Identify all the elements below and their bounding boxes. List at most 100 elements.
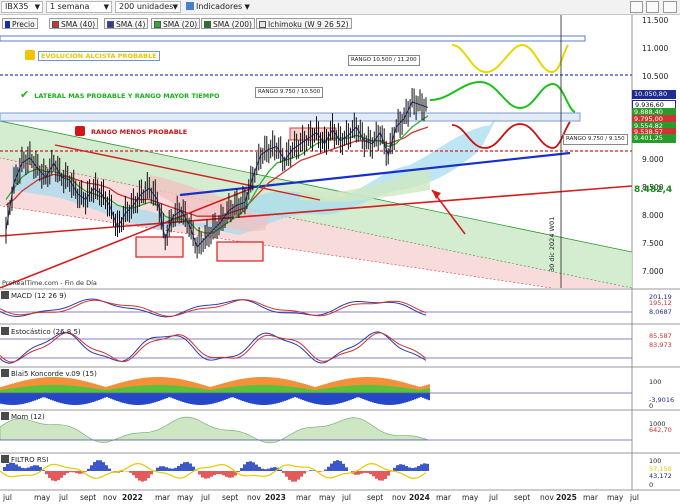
pane-label-koncorde[interactable]: Blai5 Koncorde v.09 (15) (1, 369, 97, 378)
legend-ichimoku[interactable]: Ichimoku (W 9 26 52) (256, 18, 352, 29)
koncorde-blue-bar (20, 393, 22, 405)
rsi-bar (237, 471, 240, 473)
koncorde-green-bar (310, 389, 312, 393)
legend-sma40[interactable]: SMA (40) (49, 18, 99, 29)
sma20-swatch (154, 21, 161, 28)
koncorde-blue-bar (416, 393, 418, 399)
koncorde-blue-bar (232, 393, 234, 398)
koncorde-blue-bar (96, 393, 98, 401)
koncorde-blue-bar (300, 393, 302, 400)
koncorde-green-bar (426, 388, 428, 393)
rsi-bar (291, 471, 294, 482)
koncorde-blue-bar (208, 393, 210, 405)
koncorde-green-bar (378, 385, 380, 393)
koncorde-green-bar (318, 389, 320, 393)
koncorde-green-bar (190, 387, 192, 393)
koncorde-blue-bar (198, 393, 200, 405)
pane-label-mom[interactable]: Mom (12) (1, 412, 45, 421)
rsi-bar (294, 471, 297, 482)
koncorde-blue-bar (214, 393, 216, 404)
koncorde-green-bar (406, 388, 408, 393)
pane-label-rsi[interactable]: FILTRO RSI (1, 455, 48, 464)
koncorde-blue-bar (40, 393, 42, 399)
rsi-bar (24, 468, 27, 471)
scenario-yellow (451, 43, 569, 74)
koncorde-green-bar (362, 385, 364, 393)
koncorde-blue-bar (298, 393, 300, 399)
koncorde-green-bar (322, 388, 324, 393)
koncorde-green-bar (120, 387, 122, 393)
koncorde-green-bar (302, 388, 304, 393)
koncorde-blue-bar (32, 393, 34, 402)
pane-label-macd[interactable]: MACD (12 26 9) (1, 291, 66, 300)
koncorde-blue-bar (134, 393, 136, 405)
rsi-bar (30, 466, 33, 471)
koncorde-green-bar (44, 385, 46, 393)
koncorde-blue-bar (228, 393, 230, 399)
koncorde-green-bar (58, 385, 60, 393)
koncorde-green-bar (274, 385, 276, 393)
legend-sma200[interactable]: SMA (200) (201, 18, 255, 29)
koncorde-blue-bar (406, 393, 408, 403)
x-tick-label: jul (3, 493, 12, 502)
rsi-bar (255, 464, 258, 471)
koncorde-green-bar (182, 386, 184, 393)
rsi-bar (318, 471, 321, 472)
legend-sma20[interactable]: SMA (20) (151, 18, 201, 29)
koncorde-green-bar (252, 385, 254, 393)
koncorde-green-bar (372, 385, 374, 393)
koncorde-blue-bar (256, 393, 258, 405)
koncorde-blue-bar (182, 393, 184, 403)
koncorde-blue-bar (268, 393, 270, 405)
koncorde-green-bar (414, 389, 416, 393)
koncorde-blue-bar (90, 393, 92, 403)
rsi-bar (381, 471, 384, 481)
koncorde-blue-bar (396, 393, 398, 405)
koncorde-blue-bar (326, 393, 328, 405)
legend-sma4[interactable]: SMA (4) (104, 18, 149, 29)
price-tick-label: 11.000 (642, 43, 669, 53)
koncorde-green-bar (112, 388, 114, 393)
koncorde-green-bar (260, 385, 262, 393)
koncorde-blue-bar (8, 393, 10, 405)
koncorde-blue-bar (4, 393, 6, 405)
koncorde-green-bar (98, 388, 100, 393)
rsi-bar (186, 461, 189, 471)
koncorde-green-bar (296, 387, 298, 393)
koncorde-blue-bar (212, 393, 214, 404)
pane-label-stoch[interactable]: Estocástico (26 8 5) (1, 327, 81, 336)
koncorde-green-bar (410, 388, 412, 393)
koncorde-blue-bar (356, 393, 358, 398)
rsi-bar (285, 471, 288, 477)
rsi-bar (90, 465, 93, 471)
koncorde-green-bar (248, 385, 250, 393)
koncorde-green-bar (290, 386, 292, 393)
koncorde-blue-bar (380, 393, 382, 405)
koncorde-green-bar (128, 386, 130, 393)
legend-precio[interactable]: Precio (2, 18, 38, 29)
koncorde-blue-bar (388, 393, 390, 405)
rsi-bar (264, 469, 267, 471)
koncorde-green-bar (292, 386, 294, 393)
koncorde-green-bar (86, 387, 88, 393)
rsi-bar (174, 467, 177, 471)
koncorde-green-bar (412, 388, 414, 393)
rsi-bar (84, 471, 87, 472)
koncorde-green-bar (222, 388, 224, 393)
thumbs-down-icon (75, 126, 85, 136)
koncorde-blue-bar (426, 393, 428, 400)
koncorde-blue-bar (92, 393, 94, 403)
koncorde-green-bar (218, 388, 220, 393)
koncorde-green-bar (148, 385, 150, 393)
koncorde-green-bar (204, 389, 206, 393)
koncorde-blue-bar (278, 393, 280, 403)
koncorde-green-bar (418, 389, 420, 393)
koncorde-blue-bar (338, 393, 340, 404)
koncorde-blue-bar (122, 393, 124, 403)
koncorde-blue-bar (154, 393, 156, 403)
koncorde-blue-bar (26, 393, 28, 403)
koncorde-blue-bar (286, 393, 288, 401)
koncorde-green-bar (326, 388, 328, 393)
koncorde-blue-bar (332, 393, 334, 405)
koncorde-blue-bar (358, 393, 360, 398)
